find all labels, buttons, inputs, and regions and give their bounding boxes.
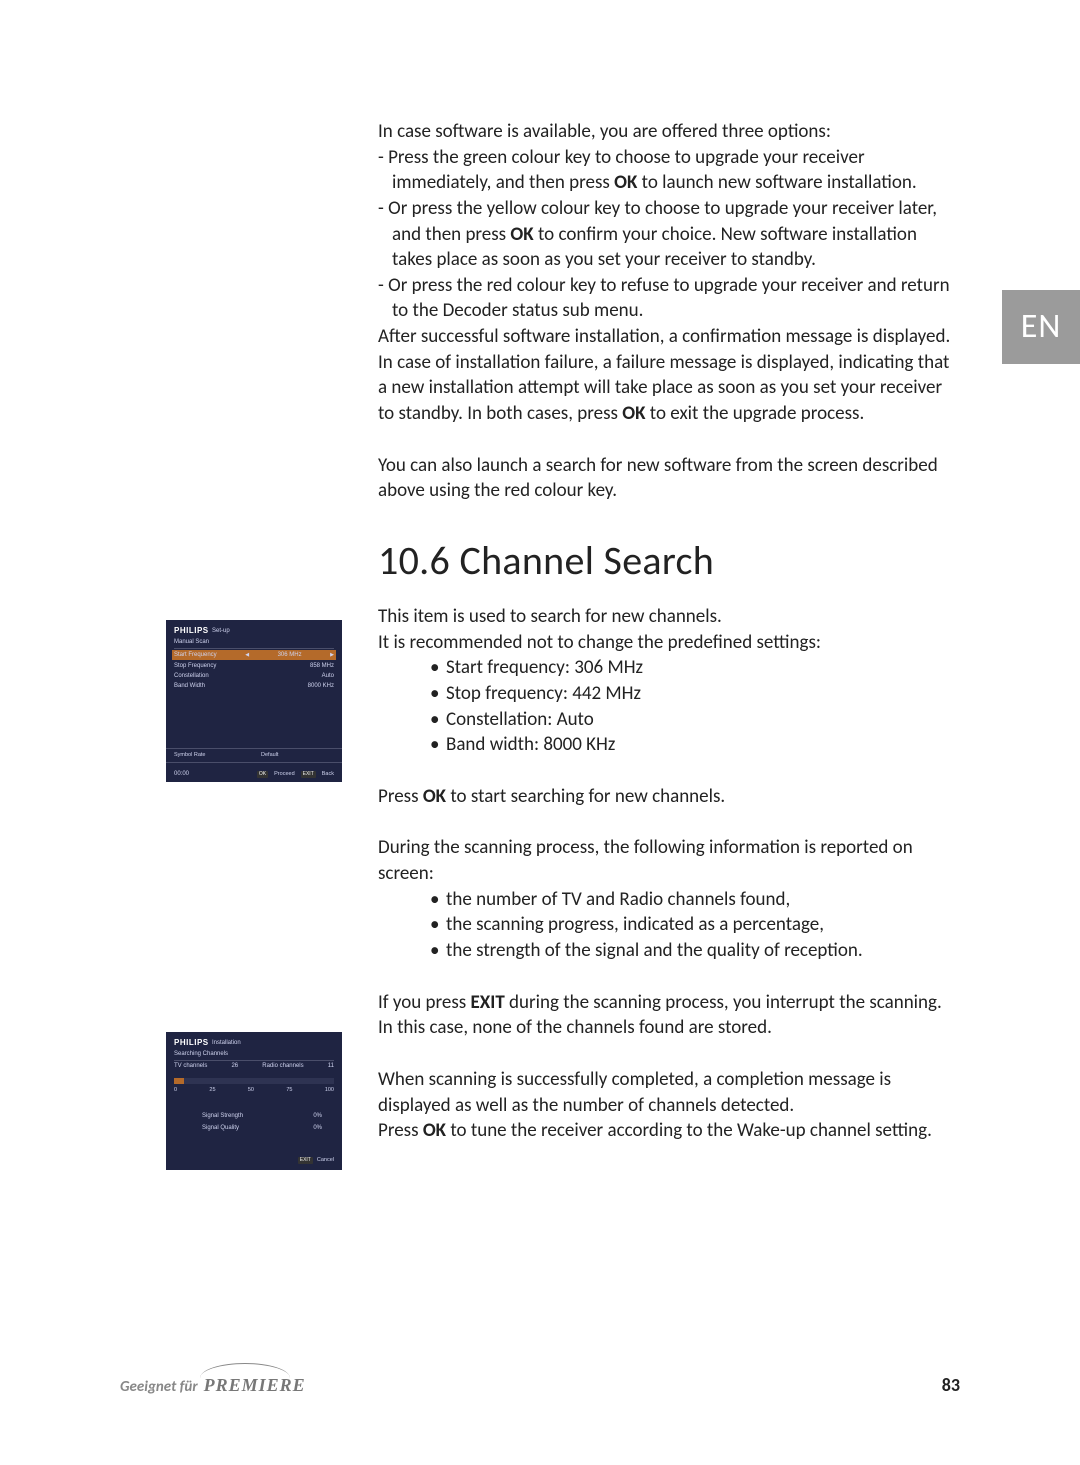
hint-row: Symbol Rate Default xyxy=(174,752,334,759)
ok-bold: OK xyxy=(510,223,533,246)
progress-bar xyxy=(174,1078,334,1084)
after-install-paragraph: After successful software installation, … xyxy=(378,324,958,427)
left-arrow-icon: ◀ xyxy=(245,652,249,659)
cs-intro-2: It is recommended not to change the pred… xyxy=(378,630,958,656)
row-value: 858 MHz xyxy=(310,662,334,670)
scan-info-a: the number of TV and Radio channels foun… xyxy=(430,887,958,913)
signal-quality-row: Signal Quality 0% xyxy=(202,1124,322,1132)
brand-mode: Installation xyxy=(212,1039,241,1047)
foot-actions: OK Proceed EXIT Back xyxy=(257,771,334,778)
signal-strength-row: Signal Strength 0% xyxy=(202,1112,322,1120)
sig-quality-val: 0% xyxy=(313,1124,322,1132)
row-stop-freq: Stop Frequency 858 MHz xyxy=(174,662,334,670)
premiere-arc-icon xyxy=(200,1363,290,1379)
setting-stop: Stop frequency: 442 MHz xyxy=(430,681,958,707)
divider xyxy=(166,748,342,749)
page-number: 83 xyxy=(942,1373,960,1397)
text: to tune the receiver according to the Wa… xyxy=(446,1119,932,1142)
language-tab: EN xyxy=(1002,290,1080,364)
settings-list: Start frequency: 306 MHz Stop frequency:… xyxy=(378,655,958,758)
radio-count: 11 xyxy=(328,1062,334,1070)
tune-paragraph: Press OK to tune the receiver according … xyxy=(378,1118,958,1144)
row-value: Auto xyxy=(322,672,334,680)
scan-intro: During the scanning process, the followi… xyxy=(378,835,958,886)
tv-count: 26 xyxy=(231,1062,238,1070)
row-start-freq: Start Frequency ◀ 306 MHz ▶ xyxy=(172,650,336,660)
row-label: Band Width xyxy=(174,682,205,690)
sig-strength-label: Signal Strength xyxy=(202,1112,243,1120)
page-footer: Geeignet für PREMIERE 83 xyxy=(120,1373,960,1397)
screenshot-searching-channels: PHILIPS Installation Searching Channels … xyxy=(166,1032,342,1170)
exit-paragraph: If you press EXIT during the scanning pr… xyxy=(378,990,958,1041)
progress-fill xyxy=(174,1078,184,1084)
right-arrow-icon: ▶ xyxy=(330,652,334,659)
scan-info-c: the strength of the signal and the quali… xyxy=(430,938,958,964)
text: If you press xyxy=(378,991,471,1014)
foot-proceed: Proceed xyxy=(274,771,295,778)
brand-logo: PHILIPS xyxy=(174,1038,209,1049)
screen-title: Manual Scan xyxy=(174,638,334,649)
option-yellow: - Or press the yellow colour key to choo… xyxy=(378,196,958,273)
divider xyxy=(166,762,342,763)
exit-key-icon: EXIT xyxy=(301,771,316,778)
cs-intro-1: This item is used to search for new chan… xyxy=(378,604,958,630)
brand-logo: PHILIPS xyxy=(174,626,209,637)
premiere-logo: PREMIERE xyxy=(204,1373,306,1397)
ok-bold: OK xyxy=(622,402,645,425)
text: to exit the upgrade process. xyxy=(646,402,865,425)
exit-key-icon: EXIT xyxy=(298,1157,313,1164)
foot-back: Back xyxy=(322,771,334,778)
text: to launch new software installation. xyxy=(637,171,916,194)
screenshot-manual-scan: PHILIPS Set-up Manual Scan Start Frequen… xyxy=(166,620,342,782)
ok-bold: OK xyxy=(423,785,446,808)
text: Press xyxy=(378,1119,423,1142)
tick: 100 xyxy=(325,1087,334,1094)
footer-left: Geeignet für PREMIERE xyxy=(120,1373,306,1397)
foot-cancel: EXIT Cancel xyxy=(298,1157,334,1164)
foot-time: 00:00 xyxy=(174,770,189,778)
scan-info-list: the number of TV and Radio channels foun… xyxy=(378,887,958,964)
scan-info-b: the scanning progress, indicated as a pe… xyxy=(430,912,958,938)
ok-bold: OK xyxy=(423,1119,446,1142)
row-label: Stop Frequency xyxy=(174,662,216,670)
tick: 75 xyxy=(286,1087,292,1094)
sig-strength-val: 0% xyxy=(313,1112,322,1120)
row-bandwidth: Band Width 8000 KHz xyxy=(174,682,334,690)
tv-label: TV channels xyxy=(174,1062,207,1070)
complete-paragraph: When scanning is successfully completed,… xyxy=(378,1067,958,1118)
body-text-column: In case software is available, you are o… xyxy=(378,119,958,1144)
section-heading: 10.6 Channel Search xyxy=(378,534,958,588)
intro-paragraph: In case software is available, you are o… xyxy=(378,119,958,145)
hint-left: Symbol Rate xyxy=(174,752,206,759)
option-green: - Press the green colour key to choose t… xyxy=(378,145,958,196)
sig-quality-label: Signal Quality xyxy=(202,1124,239,1132)
hint-mid: Default xyxy=(261,752,278,759)
row-constellation: Constellation Auto xyxy=(174,672,334,680)
setting-constellation: Constellation: Auto xyxy=(430,707,958,733)
setting-bandwidth: Band width: 8000 KHz xyxy=(430,732,958,758)
press-ok-search: Press OK to start searching for new chan… xyxy=(378,784,958,810)
row-label: Constellation xyxy=(174,672,209,680)
row-value: 8000 KHz xyxy=(308,682,334,690)
row-value: 306 MHz xyxy=(278,651,302,659)
row-label: Start Frequency xyxy=(174,651,217,659)
text: to start searching for new channels. xyxy=(446,785,725,808)
text: Press xyxy=(378,785,423,808)
brand-mode: Set-up xyxy=(212,627,230,635)
footer-fit-text: Geeignet für xyxy=(120,1377,198,1397)
counts-row: TV channels 26 Radio channels 11 xyxy=(174,1062,334,1070)
ok-key-icon: OK xyxy=(257,771,268,778)
ok-bold: OK xyxy=(614,171,637,194)
option-red: - Or press the red colour key to refuse … xyxy=(378,273,958,324)
radio-label: Radio channels xyxy=(262,1062,303,1070)
progress-ticks: 0 25 50 75 100 xyxy=(174,1087,334,1094)
exit-bold: EXIT xyxy=(471,991,505,1014)
tick: 25 xyxy=(209,1087,215,1094)
foot-cancel-label: Cancel xyxy=(317,1157,334,1164)
setting-start: Start frequency: 306 MHz xyxy=(430,655,958,681)
also-paragraph: You can also launch a search for new sof… xyxy=(378,453,958,504)
tick: 50 xyxy=(248,1087,254,1094)
tick: 0 xyxy=(174,1087,177,1094)
screen-title: Searching Channels xyxy=(174,1050,334,1061)
